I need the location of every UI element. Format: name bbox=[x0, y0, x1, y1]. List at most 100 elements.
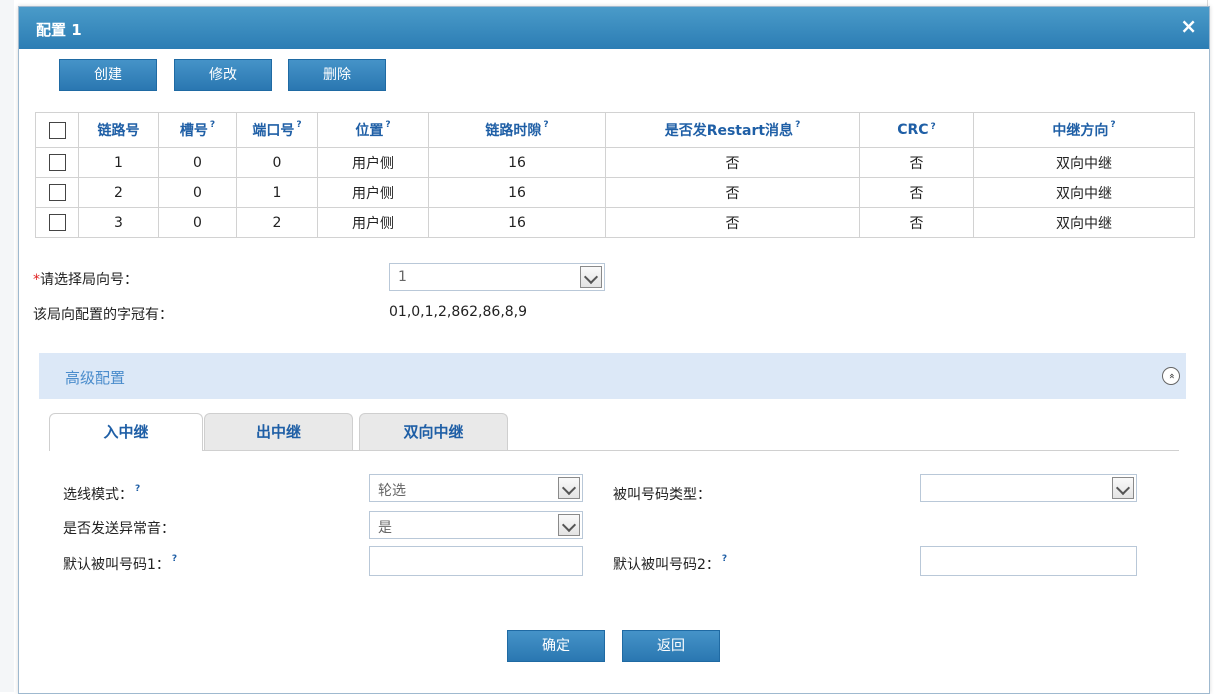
tab-outgoing-trunk[interactable]: 出中继 bbox=[204, 413, 353, 450]
cell-link-no: 2 bbox=[78, 177, 159, 208]
prefix-value: 01,0,1,2,862,86,8,9 bbox=[389, 304, 528, 320]
advanced-config-bar[interactable]: 高级配置 « bbox=[39, 353, 1186, 399]
help-icon[interactable]: ? bbox=[296, 120, 301, 130]
help-icon[interactable]: ? bbox=[931, 122, 936, 132]
header-slot: 槽号? bbox=[158, 112, 237, 148]
tab-bidirectional-trunk[interactable]: 双向中继 bbox=[359, 413, 508, 450]
config-dialog: 配置 1 × 创建 修改 删除 链路号 槽号? 端口号? 位置? 链路时隙? 是… bbox=[18, 6, 1210, 694]
direction-select-value: 1 bbox=[398, 269, 407, 285]
abnormal-tone-label: 是否发送异常音： bbox=[63, 521, 175, 537]
header-label: 是否发Restart消息 bbox=[664, 123, 794, 139]
cell-direction: 双向中继 bbox=[973, 147, 1195, 178]
cell-port: 1 bbox=[236, 177, 318, 208]
header-label: 位置 bbox=[355, 123, 384, 139]
table-row[interactable]: 2 0 1 用户侧 16 否 否 双向中继 bbox=[35, 177, 1195, 208]
cell-restart: 否 bbox=[605, 207, 860, 238]
header-restart: 是否发Restart消息? bbox=[605, 112, 860, 148]
table-header-row: 链路号 槽号? 端口号? 位置? 链路时隙? 是否发Restart消息? CRC… bbox=[35, 112, 1195, 148]
row-select-cell[interactable] bbox=[35, 147, 79, 178]
cell-restart: 否 bbox=[605, 177, 860, 208]
background-left bbox=[0, 0, 14, 692]
cell-port: 2 bbox=[236, 207, 318, 238]
collapse-icon[interactable]: « bbox=[1162, 367, 1180, 385]
ok-button[interactable]: 确定 bbox=[507, 630, 605, 662]
help-icon[interactable]: ? bbox=[385, 120, 390, 130]
row-select-cell[interactable] bbox=[35, 207, 79, 238]
select-mode-value: 轮选 bbox=[378, 483, 406, 499]
cell-crc: 否 bbox=[859, 177, 974, 208]
select-all-header[interactable] bbox=[35, 112, 79, 148]
chevron-down-icon[interactable] bbox=[558, 514, 580, 536]
cell-position: 用户侧 bbox=[317, 207, 429, 238]
tab-bar: 入中继 出中继 双向中继 bbox=[49, 413, 1179, 451]
cell-crc: 否 bbox=[859, 147, 974, 178]
table-row[interactable]: 3 0 2 用户侧 16 否 否 双向中继 bbox=[35, 207, 1195, 238]
cell-link-no: 1 bbox=[78, 147, 159, 178]
prefix-label: 该局向配置的字冠有： bbox=[33, 307, 173, 323]
cell-slot: 0 bbox=[158, 177, 237, 208]
cell-direction: 双向中继 bbox=[973, 207, 1195, 238]
tab-incoming-trunk[interactable]: 入中继 bbox=[49, 413, 203, 451]
row-checkbox[interactable] bbox=[48, 184, 66, 201]
required-mark: * bbox=[33, 272, 40, 288]
create-button[interactable]: 创建 bbox=[59, 59, 157, 91]
header-direction: 中继方向? bbox=[973, 112, 1195, 148]
direction-select[interactable]: 1 bbox=[389, 263, 605, 291]
back-button[interactable]: 返回 bbox=[622, 630, 720, 662]
close-icon[interactable]: × bbox=[1180, 16, 1197, 36]
help-icon[interactable]: ? bbox=[722, 554, 727, 564]
header-label: 链路号 bbox=[97, 123, 140, 139]
cell-restart: 否 bbox=[605, 147, 860, 178]
help-icon[interactable]: ? bbox=[135, 484, 140, 494]
header-position: 位置? bbox=[317, 112, 429, 148]
header-crc: CRC? bbox=[859, 112, 974, 148]
chevron-down-icon[interactable] bbox=[580, 266, 602, 288]
help-icon[interactable]: ? bbox=[795, 120, 800, 130]
cell-position: 用户侧 bbox=[317, 177, 429, 208]
advanced-config-title: 高级配置 bbox=[65, 369, 126, 387]
called-type-label: 被叫号码类型： bbox=[613, 487, 711, 503]
help-icon[interactable]: ? bbox=[172, 554, 177, 564]
abnormal-tone-value: 是 bbox=[378, 520, 392, 536]
header-label: CRC bbox=[897, 122, 929, 138]
dialog-titlebar: 配置 1 × bbox=[19, 7, 1209, 49]
delete-button[interactable]: 删除 bbox=[288, 59, 386, 91]
row-select-cell[interactable] bbox=[35, 177, 79, 208]
header-timeslot: 链路时隙? bbox=[428, 112, 606, 148]
select-mode-select[interactable]: 轮选 bbox=[369, 474, 583, 502]
default-called2-input[interactable] bbox=[920, 546, 1137, 576]
link-table: 链路号 槽号? 端口号? 位置? 链路时隙? 是否发Restart消息? CRC… bbox=[35, 112, 1195, 238]
cell-timeslot: 16 bbox=[428, 147, 606, 178]
header-label: 端口号 bbox=[252, 123, 295, 139]
help-icon[interactable]: ? bbox=[543, 120, 548, 130]
called-type-select[interactable] bbox=[920, 474, 1137, 502]
cell-position: 用户侧 bbox=[317, 147, 429, 178]
chevron-down-icon[interactable] bbox=[558, 477, 580, 499]
table-row[interactable]: 1 0 0 用户侧 16 否 否 双向中继 bbox=[35, 147, 1195, 178]
cell-link-no: 3 bbox=[78, 207, 159, 238]
default-called1-input[interactable] bbox=[369, 546, 583, 576]
header-label: 链路时隙 bbox=[485, 123, 542, 139]
header-link-no: 链路号 bbox=[78, 112, 159, 148]
cell-crc: 否 bbox=[859, 207, 974, 238]
direction-label-text: 请选择局向号： bbox=[40, 272, 138, 288]
cell-port: 0 bbox=[236, 147, 318, 178]
help-icon[interactable]: ? bbox=[1110, 120, 1115, 130]
cell-direction: 双向中继 bbox=[973, 177, 1195, 208]
row-checkbox[interactable] bbox=[48, 214, 66, 231]
cell-timeslot: 16 bbox=[428, 207, 606, 238]
default-called1-label-text: 默认被叫号码1： bbox=[63, 557, 170, 573]
abnormal-tone-select[interactable]: 是 bbox=[369, 511, 583, 539]
header-label: 槽号 bbox=[179, 123, 208, 139]
chevron-down-icon[interactable] bbox=[1112, 477, 1134, 499]
header-port: 端口号? bbox=[236, 112, 318, 148]
dialog-title: 配置 1 bbox=[36, 21, 82, 39]
select-mode-label: 选线模式：? bbox=[63, 484, 140, 504]
default-called2-label-text: 默认被叫号码2： bbox=[613, 557, 720, 573]
modify-button[interactable]: 修改 bbox=[174, 59, 272, 91]
header-label: 中继方向 bbox=[1052, 123, 1109, 139]
row-checkbox[interactable] bbox=[48, 154, 66, 171]
cell-slot: 0 bbox=[158, 147, 237, 178]
select-all-checkbox[interactable] bbox=[48, 121, 66, 139]
help-icon[interactable]: ? bbox=[210, 120, 215, 130]
